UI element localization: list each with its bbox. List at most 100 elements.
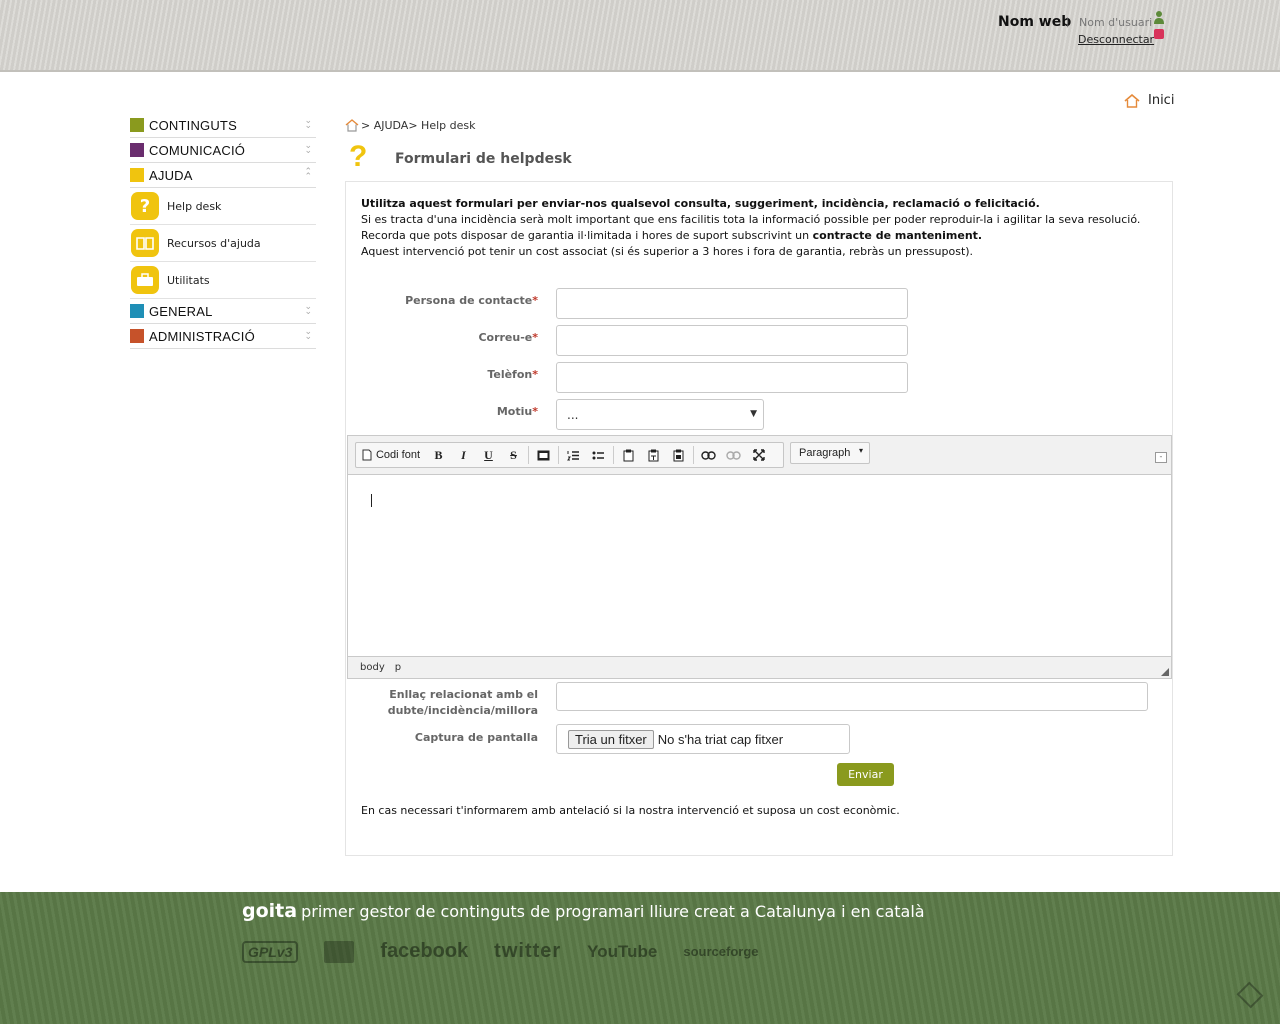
sidebar-item-ajuda[interactable]: AJUDA ⌃ ⌃ — [130, 163, 316, 188]
category-color-square — [130, 329, 144, 343]
category-color-square — [130, 304, 144, 318]
sidebar-item-comunicacio[interactable]: COMUNICACIÓ ⌄ ⌄ — [130, 138, 316, 163]
fullscreen-button[interactable] — [746, 444, 771, 466]
email-input[interactable] — [556, 325, 908, 356]
resize-handle-icon[interactable] — [1161, 668, 1169, 676]
toolbar-separator — [613, 446, 614, 464]
editor-content-area[interactable] — [348, 474, 1171, 654]
toolbar-separator — [558, 446, 559, 464]
unlink-button[interactable] — [721, 444, 746, 466]
sidebar-subitem-label: Recursos d'ajuda — [167, 236, 261, 250]
required-mark: * — [532, 405, 538, 418]
email-label: Correu-e* — [478, 331, 538, 344]
blockquote-button[interactable] — [531, 444, 556, 466]
dropdown-arrow-icon: ▼ — [750, 409, 757, 419]
italic-button[interactable]: I — [451, 444, 476, 466]
sidebar-subitem-label: Help desk — [167, 199, 222, 213]
logout-icon[interactable] — [1154, 29, 1164, 39]
paste-icon — [623, 449, 634, 461]
facebook-logo[interactable]: facebook — [380, 940, 468, 963]
file-status: No s'ha triat cap fitxer — [657, 731, 784, 747]
footer-logos: GPLv3 facebook twitter YouTube sourcefor… — [242, 940, 759, 963]
chevron-down-icon: ⌄ ⌄ — [304, 141, 312, 156]
site-name[interactable]: Nom web — [998, 14, 1071, 30]
label-text: dubte/incidència/millora — [387, 704, 538, 717]
ordered-list-button[interactable] — [561, 444, 586, 466]
paste-text-icon — [648, 449, 659, 461]
book-icon — [131, 229, 159, 257]
choose-file-button[interactable]: Tria un fitxer — [568, 729, 654, 749]
bullet-list-button[interactable] — [586, 444, 611, 466]
sidebar-item-label: COMUNICACIÓ — [149, 142, 246, 158]
sidebar-item-label: ADMINISTRACIÓ — [149, 328, 255, 344]
chevron-down-icon: ⌄ ⌄ — [304, 327, 312, 342]
phone-input[interactable] — [556, 362, 908, 393]
fullscreen-icon — [752, 449, 765, 461]
chevron-down-icon: ⌄ ⌄ — [304, 302, 312, 317]
category-color-square — [130, 118, 144, 132]
home-icon[interactable] — [345, 119, 359, 132]
status-path-body[interactable]: body — [360, 662, 385, 673]
submit-button[interactable]: Enviar — [837, 763, 894, 786]
label-text: Motiu — [496, 405, 533, 418]
required-mark: * — [532, 368, 538, 381]
related-link-label: Enllaç relacionat amb el dubte/incidènci… — [388, 687, 538, 719]
paste-word-button[interactable] — [666, 444, 691, 466]
header-separator: | — [1066, 17, 1070, 28]
link-button[interactable] — [696, 444, 721, 466]
twitter-logo[interactable]: twitter — [494, 940, 561, 963]
format-select-value: Paragraph — [799, 447, 851, 459]
related-link-input[interactable] — [556, 682, 1148, 711]
paste-text-button[interactable] — [641, 444, 666, 466]
text-cursor — [371, 494, 372, 507]
toolbar-separator — [693, 446, 694, 464]
gplv3-logo[interactable]: GPLv3 — [242, 940, 299, 963]
sourceforge-logo[interactable]: sourceforge — [683, 944, 758, 959]
cost-note: En cas necessari t'informarem amb antela… — [361, 804, 900, 817]
home-link[interactable]: Inici — [1124, 93, 1174, 108]
logout-link[interactable]: Desconnectar — [1078, 33, 1154, 46]
contact-input[interactable] — [556, 288, 908, 319]
intro-line: Recorda que pots disposar de garantia il… — [361, 228, 1161, 244]
sidebar-nav: CONTINGUTS ⌄ ⌄ COMUNICACIÓ ⌄ ⌄ AJUDA ⌃ ⌃ ? … — [130, 113, 316, 349]
reason-select[interactable]: ... ▼ — [556, 399, 764, 430]
unlink-icon — [726, 450, 741, 460]
phone-label: Telèfon* — [487, 368, 538, 381]
sidebar-item-general[interactable]: GENERAL ⌄ ⌄ — [130, 299, 316, 324]
bold-button[interactable]: B — [426, 444, 451, 466]
screenshot-file-input[interactable]: Tria un fitxer No s'ha triat cap fitxer — [556, 724, 850, 754]
sidebar-item-label: GENERAL — [149, 303, 213, 319]
label-text: Enllaç relacionat amb el — [389, 688, 538, 701]
intro-line: Aquest intervenció pot tenir un cost ass… — [361, 245, 974, 258]
sidebar-item-administracio[interactable]: ADMINISTRACIÓ ⌄ ⌄ — [130, 324, 316, 349]
breadcrumb-path[interactable]: > AJUDA> Help desk — [361, 119, 475, 132]
youtube-logo[interactable]: YouTube — [587, 942, 657, 962]
label-text: Correu-e — [478, 331, 533, 344]
source-code-button[interactable]: Codi font — [356, 444, 426, 466]
paste-button[interactable] — [616, 444, 641, 466]
format-select[interactable]: Paragraph ▾ — [790, 442, 870, 464]
underline-icon: U — [484, 447, 493, 462]
paste-word-icon — [673, 449, 684, 461]
toolbar-separator — [528, 446, 529, 464]
sidebar-subitem-help-desk[interactable]: ? Help desk — [130, 188, 316, 225]
sidebar-subitem-recursos[interactable]: Recursos d'ajuda — [130, 225, 316, 262]
help-question-icon: ? — [349, 140, 368, 173]
source-code-icon — [362, 449, 372, 461]
sidebar-subitem-label: Utilitats — [167, 273, 210, 287]
bullet-list-icon — [592, 451, 604, 459]
breadcrumb: > AJUDA> Help desk — [345, 119, 475, 132]
strikethrough-button[interactable]: S — [501, 444, 526, 466]
sidebar-subitem-utilitats[interactable]: Utilitats — [130, 262, 316, 299]
required-mark: * — [532, 294, 538, 307]
collapse-toolbar-button[interactable]: - — [1155, 452, 1167, 463]
sidebar-item-continguts[interactable]: CONTINGUTS ⌄ ⌄ — [130, 113, 316, 138]
user-name: Nom d'usuari — [1079, 16, 1153, 29]
status-path-p[interactable]: p — [395, 662, 401, 673]
blockquote-icon — [537, 450, 550, 460]
strikethrough-icon: S — [510, 447, 517, 462]
reason-select-value: ... — [567, 408, 579, 422]
underline-button[interactable]: U — [476, 444, 501, 466]
opensource-logo[interactable] — [324, 940, 355, 963]
question-icon: ? — [131, 192, 159, 220]
